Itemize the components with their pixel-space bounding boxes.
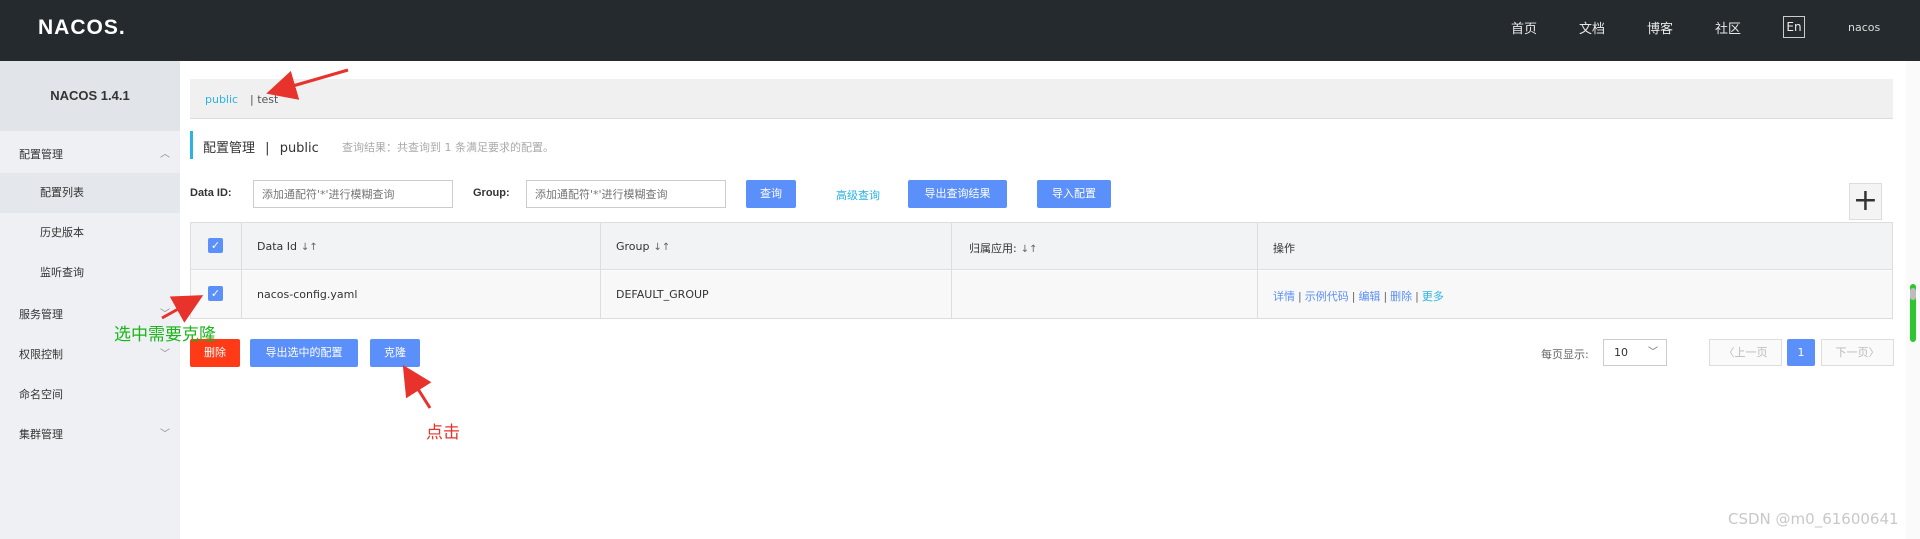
arrow-to-checkbox bbox=[161, 295, 204, 323]
annotation-select-hint: 选中需要克隆 bbox=[114, 325, 216, 345]
annotation-click-hint: 点击 bbox=[426, 423, 460, 443]
annotation-arrows bbox=[161, 68, 432, 409]
scrollbar-thumb-highlight bbox=[1910, 288, 1916, 300]
arrow-to-clone bbox=[402, 364, 432, 409]
arrow-to-namespace bbox=[266, 68, 349, 100]
watermark: CSDN @m0_61600641 bbox=[1728, 510, 1899, 528]
